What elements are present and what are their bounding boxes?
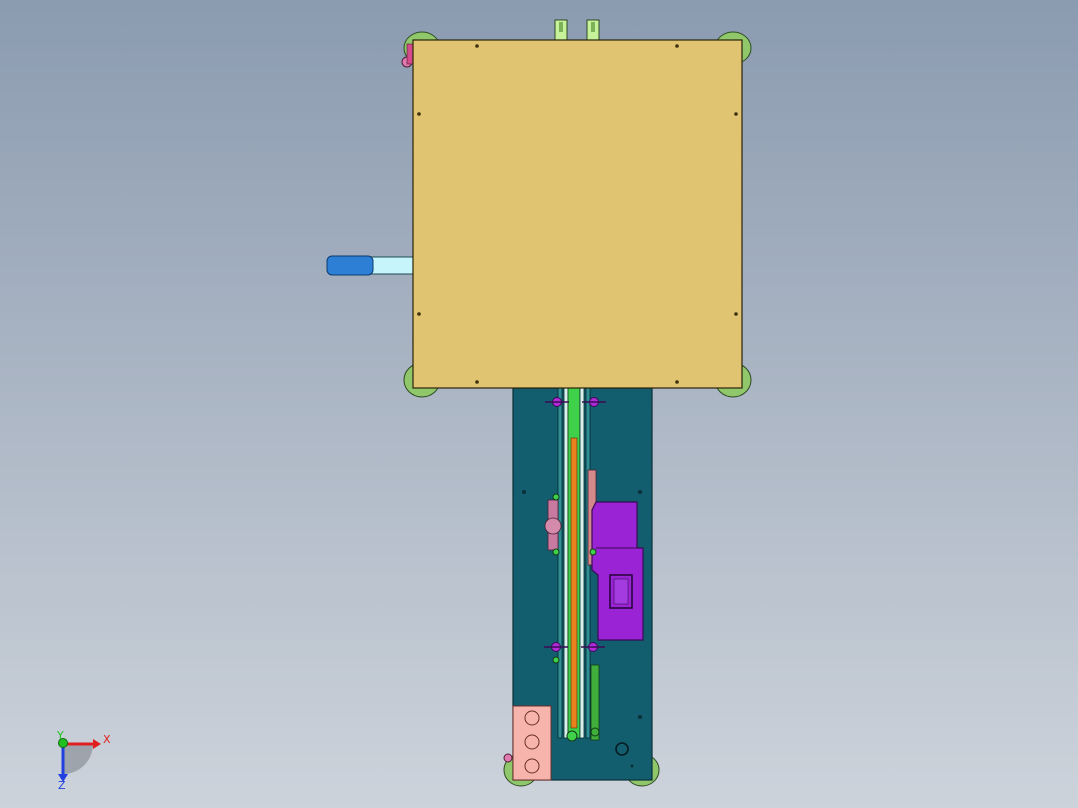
z-axis-label: Z (58, 779, 66, 792)
rail-end-cap (566, 730, 578, 742)
top-assembly[interactable] (326, 19, 752, 398)
base-assembly[interactable] (503, 387, 660, 787)
rail-end-cap (590, 727, 600, 737)
top-plate-hole (675, 44, 679, 48)
bracket-lower-left (512, 705, 552, 781)
x-axis-label: X (103, 733, 111, 746)
top-plate-hole (417, 112, 421, 116)
handle[interactable] (326, 255, 415, 276)
gear-icon (544, 517, 562, 535)
top-plate (412, 39, 743, 389)
connector-green (552, 548, 560, 556)
base-hole (638, 490, 642, 494)
top-plate-hole (675, 380, 679, 384)
connector-green (552, 493, 560, 501)
guide-rail-left (557, 387, 563, 739)
slide-block-inner (613, 578, 629, 605)
triad-quadrant (63, 744, 93, 774)
y-axis-label: Y (56, 729, 64, 742)
coordinate-triad: X Y Z (56, 729, 111, 792)
slide-block[interactable] (591, 501, 644, 641)
top-plate-hole (475, 380, 479, 384)
guide-rail-inner-left (563, 387, 569, 739)
base-hole (522, 490, 526, 494)
top-plate-hole (417, 312, 421, 316)
top-connector-slot (591, 22, 595, 32)
clip-top-left-tab (406, 43, 414, 65)
base-hole (630, 764, 634, 768)
top-plate-hole (734, 312, 738, 316)
center-rail-orange (570, 437, 578, 729)
cad-viewport[interactable]: X Y Z (0, 0, 1078, 808)
connector-green (552, 656, 560, 664)
guide-rail-inner-right (579, 387, 585, 739)
x-axis-arrow (93, 739, 101, 749)
top-connector-slot (559, 22, 563, 32)
handle-grip (326, 255, 374, 276)
connector-green (589, 548, 597, 556)
handle-shaft (367, 256, 415, 275)
bracket-pin (503, 753, 513, 763)
top-plate-hole (475, 44, 479, 48)
base-hole (638, 715, 642, 719)
top-plate-hole (734, 112, 738, 116)
